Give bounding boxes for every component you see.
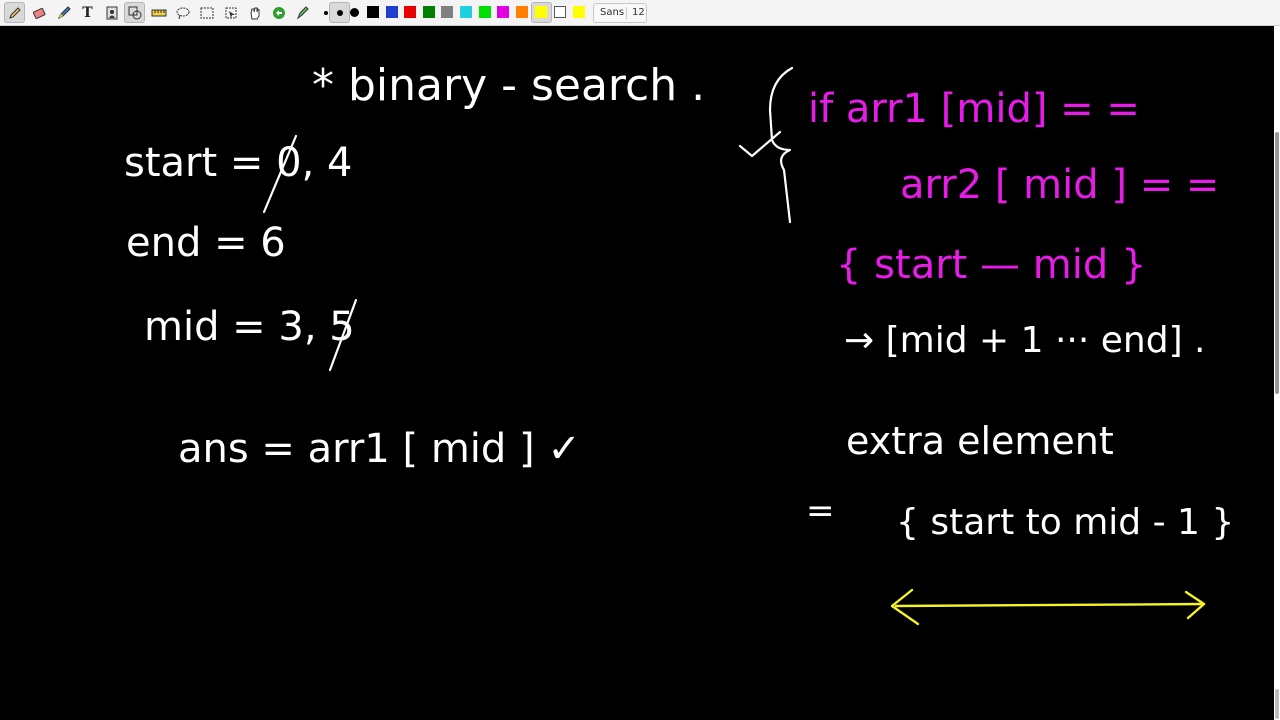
select-rect-button[interactable] — [196, 2, 217, 23]
vertical-scrollbar[interactable] — [1274, 26, 1280, 720]
note-ans: ans = arr1 [ mid ] ✓ — [178, 426, 581, 472]
hand-icon — [249, 7, 259, 19]
color-swatch-yellow[interactable] — [535, 6, 547, 18]
text-icon: T — [82, 4, 93, 21]
note-cond1: if arr1 [mid] = = — [808, 86, 1140, 132]
note-start: start = 0, 4 — [124, 140, 352, 186]
color-swatch-magenta[interactable] — [497, 6, 509, 18]
image-icon — [106, 6, 117, 19]
drawing-canvas[interactable]: * binary - search . start = 0, 4 end = 6… — [0, 26, 1274, 720]
shape-tool-button[interactable] — [124, 2, 145, 23]
ruler-icon — [151, 9, 166, 16]
scrollbar-thumb-lower[interactable] — [1275, 689, 1279, 719]
dot-medium-icon — [336, 9, 343, 16]
note-range2: → [mid + 1 ··· end] . — [844, 320, 1206, 361]
pen-size-large[interactable] — [344, 2, 365, 23]
select-region-button[interactable] — [172, 2, 193, 23]
dot-large-icon — [350, 8, 359, 17]
scrollbar-thumb[interactable] — [1275, 132, 1279, 394]
pen-icon — [8, 6, 21, 19]
note-title: * binary - search . — [312, 60, 705, 111]
color-swatch-cyan[interactable] — [460, 6, 472, 18]
ruler-tool-button[interactable] — [148, 2, 169, 23]
color-swatch-red[interactable] — [404, 6, 416, 18]
note-range1: { start — mid } — [836, 242, 1146, 288]
color-swatch-custom[interactable] — [573, 6, 585, 18]
select-object-icon — [225, 7, 236, 18]
hand-tool-button[interactable] — [244, 2, 265, 23]
toolbar: T Sans 12 — [0, 0, 1280, 26]
highlighter-tool-button[interactable] — [53, 2, 74, 23]
color-swatch-gray[interactable] — [441, 6, 453, 18]
redo-button[interactable] — [292, 2, 313, 23]
text-tool-button[interactable]: T — [77, 2, 98, 23]
color-swatch-orange[interactable] — [516, 6, 528, 18]
font-name: Sans — [600, 7, 625, 18]
note-eq: = — [806, 491, 835, 531]
undo-icon — [272, 6, 285, 19]
brace-left-white — [768, 66, 794, 224]
font-size: 12 — [632, 7, 645, 18]
note-extra: extra element — [846, 419, 1114, 463]
select-rect-icon — [200, 7, 213, 18]
color-swatch-blue[interactable] — [386, 6, 398, 18]
note-range3: { start to mid - 1 } — [896, 502, 1234, 543]
color-swatch-black[interactable] — [367, 6, 379, 18]
note-cond2: arr2 [ mid ] = = — [900, 162, 1219, 208]
note-end: end = 6 — [126, 220, 286, 266]
pen-redo-icon — [296, 5, 309, 19]
font-selector[interactable]: Sans 12 — [593, 3, 647, 23]
eraser-tool-button[interactable] — [28, 2, 49, 23]
undo-button[interactable] — [268, 2, 289, 23]
shape-icon — [128, 6, 141, 19]
dot-small-icon — [323, 10, 328, 15]
double-arrow — [890, 588, 1206, 626]
color-swatch-white[interactable] — [554, 6, 566, 18]
highlighter-icon — [57, 5, 71, 19]
select-object-button[interactable] — [220, 2, 241, 23]
note-mid: mid = 3, 5 — [144, 304, 355, 350]
pen-tool-button[interactable] — [4, 2, 25, 23]
lasso-icon — [176, 7, 189, 19]
color-swatch-green[interactable] — [423, 6, 435, 18]
image-tool-button[interactable] — [101, 2, 122, 23]
ink-layer: * binary - search . start = 0, 4 end = 6… — [124, 60, 1234, 626]
color-swatch-lime[interactable] — [479, 6, 491, 18]
eraser-icon — [32, 7, 45, 19]
